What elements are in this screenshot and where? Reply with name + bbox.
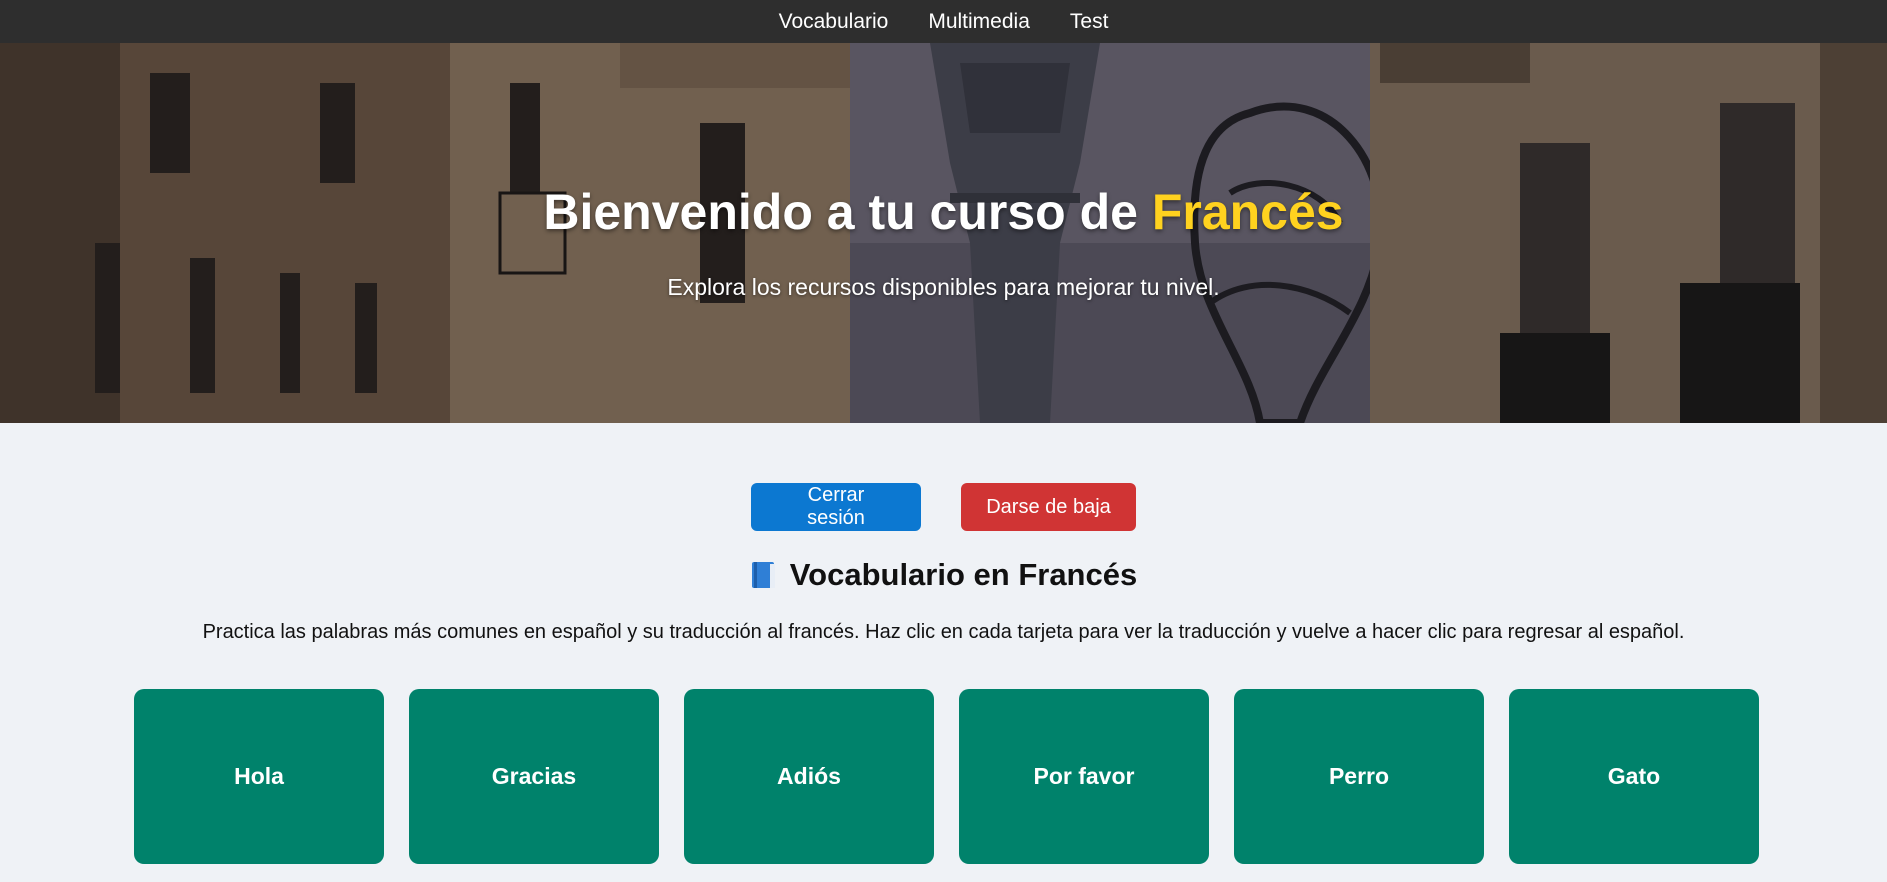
vocabulary-cards: Hola Gracias Adiós Por favor Perro Gato xyxy=(134,689,1759,864)
section-title: Vocabulario en Francés xyxy=(0,557,1887,593)
book-icon xyxy=(750,560,778,590)
section-description: Practica las palabras más comunes en esp… xyxy=(202,621,1685,643)
hero-subtitle: Explora los recursos disponibles para me… xyxy=(667,274,1220,300)
vocab-card-hola[interactable]: Hola xyxy=(134,689,384,864)
vocab-card-gracias[interactable]: Gracias xyxy=(409,689,659,864)
top-navigation: Vocabulario Multimedia Test xyxy=(0,0,1887,43)
nav-item-vocabulario[interactable]: Vocabulario xyxy=(779,10,889,34)
hero-title-prefix: Bienvenido a tu curso de xyxy=(543,184,1152,240)
vocab-card-perro[interactable]: Perro xyxy=(1234,689,1484,864)
vocab-card-gato[interactable]: Gato xyxy=(1509,689,1759,864)
hero-banner: Bienvenido a tu curso de Francés Explora… xyxy=(0,43,1887,423)
vocab-card-por-favor[interactable]: Por favor xyxy=(959,689,1209,864)
hero-title-accent: Francés xyxy=(1151,184,1344,240)
account-actions: Cerrar sesión Darse de baja xyxy=(0,483,1887,531)
hero-title: Bienvenido a tu curso de Francés xyxy=(0,183,1887,241)
unsubscribe-button[interactable]: Darse de baja xyxy=(961,483,1136,531)
section-title-text: Vocabulario en Francés xyxy=(789,557,1138,592)
vocab-card-adios[interactable]: Adiós xyxy=(684,689,934,864)
nav-item-test[interactable]: Test xyxy=(1070,10,1109,34)
logout-button[interactable]: Cerrar sesión xyxy=(751,483,921,531)
nav-item-multimedia[interactable]: Multimedia xyxy=(928,10,1030,34)
